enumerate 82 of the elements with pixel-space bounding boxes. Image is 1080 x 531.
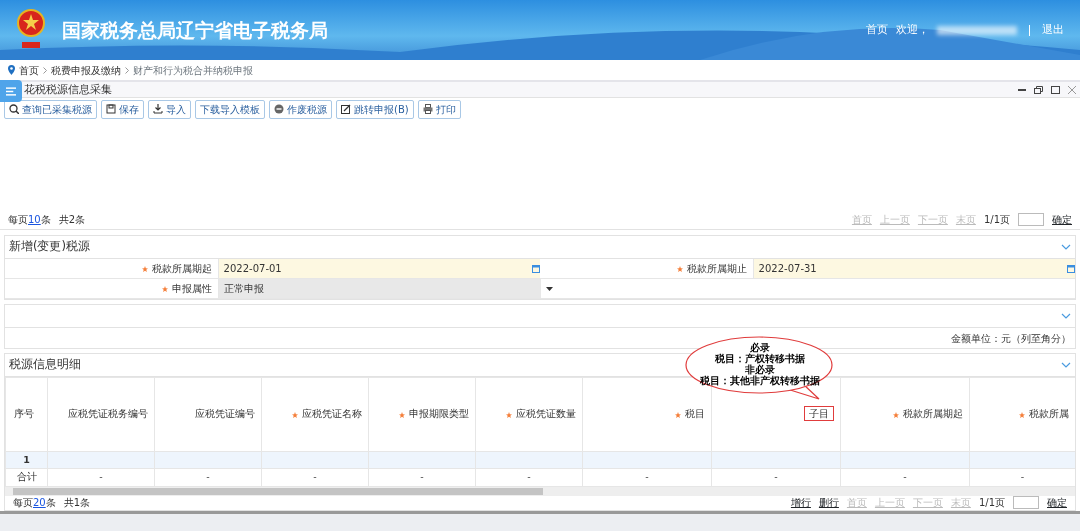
- column-header: 税款所属期起: [903, 408, 963, 420]
- page-size-link[interactable]: 20: [33, 497, 46, 508]
- chevron-down-icon: [1061, 362, 1071, 368]
- search-icon: [9, 104, 19, 114]
- table-cell: -: [206, 471, 210, 483]
- toolbar-button[interactable]: 导入: [148, 99, 191, 119]
- column-header: 税目: [685, 408, 705, 420]
- column-header: 序号: [14, 408, 34, 420]
- pencil-square-icon: [341, 104, 351, 114]
- toolbar-button[interactable]: 作废税源: [269, 99, 332, 119]
- table-cell: -: [527, 471, 531, 483]
- breadcrumb-current: 财产和行为税合并纳税申报: [133, 63, 253, 78]
- callout-line: 必录: [749, 342, 771, 353]
- table-cell: -: [99, 471, 103, 483]
- calendar-icon: [1067, 264, 1075, 273]
- column-header: 申报期限类型: [409, 408, 469, 420]
- column-header: 应税凭证名称: [302, 408, 362, 420]
- field-value: 2022-07-01: [223, 262, 282, 276]
- toolbar-button[interactable]: 下载导入模板: [195, 99, 265, 119]
- toolbar-button[interactable]: 跳转申报(B): [336, 99, 414, 119]
- field-value: 2022-07-31: [758, 262, 817, 276]
- table-cell: -: [645, 471, 649, 483]
- callout-line: 税目：产权转移书据: [714, 353, 806, 364]
- table-cell: -: [313, 471, 317, 483]
- menu-button[interactable]: [0, 80, 22, 102]
- breadcrumb-link[interactable]: 首页: [19, 62, 39, 78]
- restore-icon: [1034, 85, 1043, 94]
- chevron-down-icon: [1061, 313, 1071, 319]
- total-count: 共1条: [63, 496, 91, 510]
- welcome-text: 欢迎，: [896, 21, 929, 38]
- location-pin-icon: [8, 65, 15, 75]
- menu-icon: [6, 86, 16, 96]
- column-header: 子目: [804, 406, 834, 422]
- section-title: 税源信息明细: [9, 356, 81, 374]
- maximize-icon: [1051, 85, 1060, 94]
- page-input[interactable]: [1013, 496, 1039, 509]
- page-count: 1/1页: [983, 213, 1010, 227]
- caret-down-icon: [546, 286, 553, 291]
- page-count: 1/1页: [978, 496, 1005, 510]
- toolbar-button[interactable]: 保存: [101, 99, 144, 119]
- row-action-link[interactable]: 增行: [790, 495, 811, 510]
- unit-note: 金额单位：元（列至角分）: [951, 331, 1071, 346]
- column-header: 应税凭证编号: [195, 408, 255, 420]
- column-header: 应税凭证数量: [516, 408, 576, 420]
- printer-icon: [422, 104, 433, 114]
- date-field[interactable]: 2022-07-31: [753, 259, 1075, 278]
- close-icon: [1068, 85, 1076, 94]
- row-action-link[interactable]: 删行: [818, 495, 839, 510]
- date-field[interactable]: 2022-07-01: [218, 259, 540, 278]
- table-cell: 1: [23, 454, 30, 465]
- page-input[interactable]: [1018, 213, 1044, 226]
- column-header: 应税凭证税务编号: [68, 408, 148, 420]
- home-link[interactable]: 首页: [866, 21, 888, 39]
- table-cell: -: [903, 471, 907, 483]
- total-count: 共2条: [58, 213, 86, 227]
- download-icon: [153, 104, 163, 114]
- calendar-icon: [532, 264, 540, 273]
- confirm-link[interactable]: 确定: [1052, 212, 1072, 227]
- panel-title: 花税税源信息采集: [24, 81, 112, 97]
- breadcrumb-link[interactable]: 税费申报及缴纳: [51, 62, 121, 78]
- page-size-text: 每页10条: [8, 213, 51, 227]
- field-label-text: 税款所属期止: [686, 262, 747, 276]
- page-size-text: 每页20条: [13, 496, 56, 510]
- minus-circle-icon: [274, 104, 284, 114]
- confirm-link[interactable]: 确定: [1047, 495, 1067, 510]
- site-title: 国家税务总局辽宁省电子税务局: [62, 17, 328, 43]
- column-header: 税款所属: [1029, 408, 1069, 420]
- section-title: 新增(变更)税源: [9, 238, 90, 256]
- table-cell: -: [1020, 471, 1025, 483]
- chevron-down-icon: [1061, 244, 1071, 250]
- table-cell: -: [420, 471, 424, 483]
- table-cell: -: [774, 471, 778, 483]
- page-size-link[interactable]: 10: [28, 214, 41, 225]
- toolbar-button[interactable]: 打印: [417, 99, 461, 119]
- field-label-text: 税款所属期起: [151, 262, 212, 276]
- field-label-text: 申报属性: [172, 282, 212, 296]
- toolbar-button[interactable]: 查询已采集税源: [4, 99, 97, 119]
- callout-line: 非必录: [745, 364, 775, 375]
- chevron-right-icon: [43, 66, 47, 74]
- table-cell: 合计: [16, 471, 37, 483]
- field-value: 正常申报: [224, 282, 264, 296]
- chevron-right-icon: [125, 66, 129, 74]
